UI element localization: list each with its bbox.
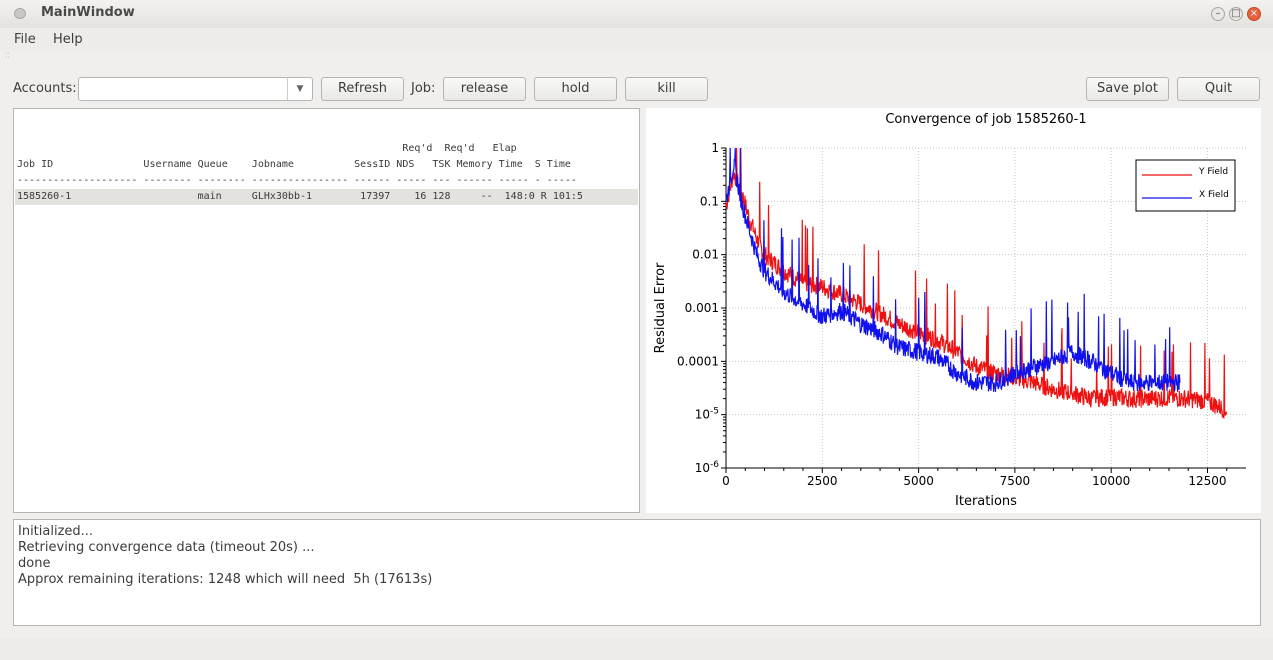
job-label: Job: <box>411 81 436 96</box>
window-menu-icon[interactable] <box>14 8 26 19</box>
release-button[interactable]: release <box>443 77 526 101</box>
status-bar <box>0 638 1273 660</box>
x-tick-label: 2500 <box>807 474 838 488</box>
convergence-chart: Convergence of job 1585260-1 0 2500 5000 750… <box>653 112 1246 509</box>
job-header-line1: Req'd Req'd Elap <box>17 143 517 154</box>
quit-button[interactable]: Quit <box>1177 77 1260 101</box>
x-tick-label: 5000 <box>903 474 934 488</box>
accounts-label: Accounts: <box>13 81 77 96</box>
x-tick-label: 12500 <box>1188 474 1226 488</box>
y-tick-label: 1 <box>711 141 719 155</box>
job-header-separator: -------------------- -------- -------- -… <box>17 175 577 186</box>
maximize-icon[interactable]: □ <box>1229 7 1243 21</box>
chart-title: Convergence of job 1585260-1 <box>885 112 1086 127</box>
log-line: Retrieving convergence data (timeout 20s… <box>18 540 315 555</box>
save-plot-button[interactable]: Save plot <box>1086 77 1169 101</box>
plot-panel: Convergence of job 1585260-1 0 2500 5000 750… <box>646 108 1261 513</box>
legend-label: X Field <box>1199 190 1229 200</box>
x-tick-label: 10000 <box>1092 474 1130 488</box>
log-line: Approx remaining iterations: 1248 which … <box>18 572 433 587</box>
title-bar: MainWindow – □ × <box>0 0 1273 28</box>
accounts-combo[interactable]: ▼ <box>78 77 313 101</box>
y-tick-label: 0.1 <box>700 194 719 208</box>
window-title: MainWindow <box>41 5 135 20</box>
menu-help[interactable]: Help <box>53 32 83 47</box>
y-axis-label: Residual Error <box>653 262 668 353</box>
y-tick-label: 0.0001 <box>677 354 719 368</box>
x-tick-label: 0 <box>722 474 730 488</box>
job-row[interactable]: 1585260-1 main GLHx30bb-1 17397 16 128 -… <box>17 191 583 202</box>
y-tick-label: 0.001 <box>685 301 719 315</box>
job-list-panel[interactable]: Req'd Req'd Elap Job ID Username Queue J… <box>13 108 640 513</box>
log-line: done <box>18 556 51 571</box>
x-axis-label: Iterations <box>955 494 1017 509</box>
log-panel[interactable]: Initialized... Retrieving convergence da… <box>13 519 1261 626</box>
legend-label: Y Field <box>1198 167 1228 177</box>
job-header-line2: Job ID Username Queue Jobname SessID NDS… <box>17 159 571 170</box>
menu-bar: File Help <box>0 28 1273 51</box>
y-tick-label: 0.01 <box>692 248 719 262</box>
toolbar-grip-icon[interactable]: ·· ·· <box>5 50 10 62</box>
hold-button[interactable]: hold <box>534 77 617 101</box>
minimize-icon[interactable]: – <box>1211 7 1225 21</box>
x-tick-label: 7500 <box>1000 474 1031 488</box>
menu-file[interactable]: File <box>14 32 36 47</box>
log-line: Initialized... <box>18 524 94 539</box>
y-tick-label: 10-6 <box>695 460 720 475</box>
close-icon[interactable]: × <box>1247 7 1261 21</box>
kill-button[interactable]: kill <box>625 77 708 101</box>
refresh-button[interactable]: Refresh <box>321 77 404 101</box>
y-tick-label: 10-5 <box>695 407 719 422</box>
chevron-down-icon[interactable]: ▼ <box>287 78 312 100</box>
